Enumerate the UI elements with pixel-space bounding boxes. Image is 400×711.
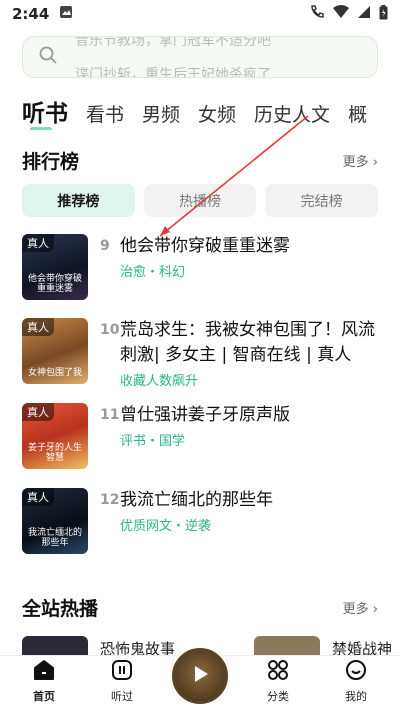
smile-icon (345, 659, 367, 685)
nav-home[interactable]: 首页 (14, 656, 74, 711)
nav-history[interactable]: 听过 (92, 656, 152, 711)
nav-category[interactable]: 分类 (248, 656, 308, 711)
nav-category-label: 分类 (267, 690, 289, 703)
grid-icon (267, 659, 289, 685)
now-playing-button[interactable] (172, 648, 228, 704)
nav-profile-label: 我的 (345, 690, 367, 703)
headphone-icon (111, 659, 133, 685)
nav-home-label: 首页 (33, 690, 55, 703)
nav-profile[interactable]: 我的 (326, 656, 386, 711)
nav-history-label: 听过 (111, 690, 133, 703)
play-icon (189, 663, 211, 689)
home-icon (33, 659, 55, 685)
annotation-arrow (159, 115, 309, 237)
